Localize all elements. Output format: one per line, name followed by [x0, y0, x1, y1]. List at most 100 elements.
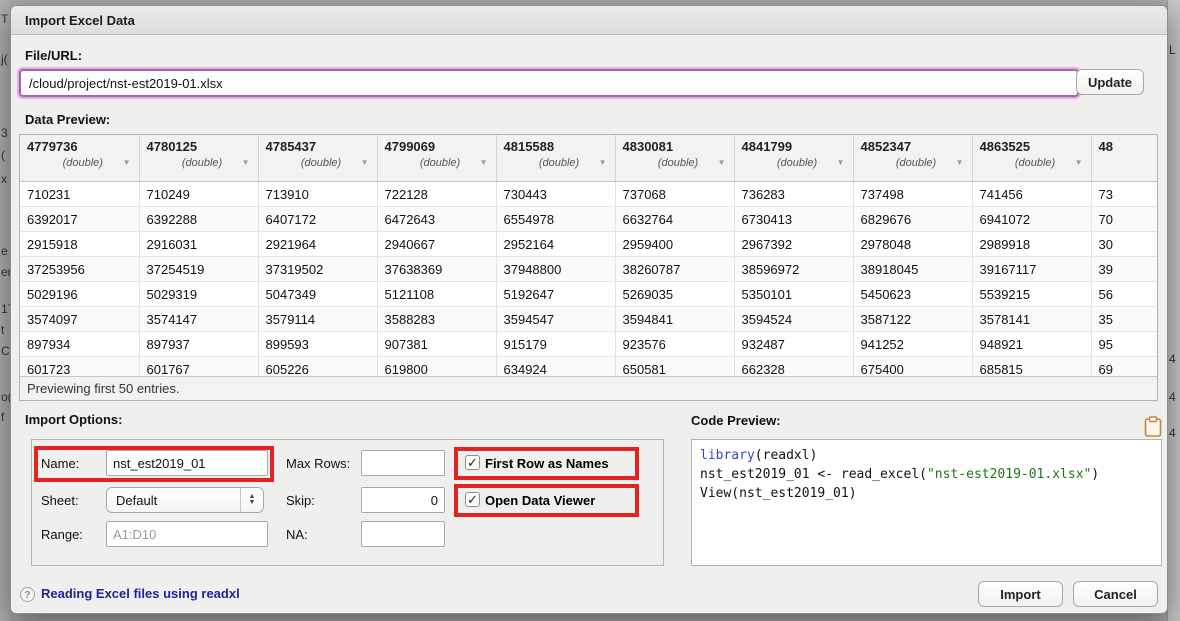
column-header[interactable]: 4815588(double)▼: [496, 135, 615, 182]
dialog-titlebar[interactable]: Import Excel Data: [11, 6, 1167, 35]
na-label: NA:: [286, 527, 308, 542]
column-menu-caret-icon[interactable]: ▼: [123, 158, 131, 167]
table-cell: 37948800: [496, 257, 615, 282]
table-cell: 5192647: [496, 282, 615, 307]
background-fragment: C: [1, 344, 10, 358]
table-cell: 6730413: [734, 207, 853, 232]
table-cell: 95: [1091, 332, 1158, 357]
readxl-help-link[interactable]: Reading Excel files using readxl: [41, 586, 240, 601]
column-header[interactable]: 4779736(double)▼: [20, 135, 139, 182]
max-rows-label: Max Rows:: [286, 456, 350, 471]
range-label: Range:: [41, 527, 83, 542]
column-header[interactable]: 4863525(double)▼: [972, 135, 1091, 182]
help-icon[interactable]: ?: [20, 587, 35, 602]
column-header[interactable]: 4841799(double)▼: [734, 135, 853, 182]
sheet-select[interactable]: Default ▲▼: [106, 487, 264, 513]
table-row: 3725395637254519373195023763836937948800…: [20, 257, 1158, 282]
code-line: library(readxl): [700, 446, 1153, 465]
open-data-viewer-checkbox[interactable]: ✓: [465, 492, 480, 507]
column-menu-caret-icon[interactable]: ▼: [1075, 158, 1083, 167]
background-fragment: T: [1, 12, 8, 26]
code-line: View(nst_est2019_01): [700, 484, 1153, 503]
code-preview-box[interactable]: library(readxl)nst_est2019_01 <- read_ex…: [691, 439, 1162, 566]
background-fragment: 4: [1169, 352, 1176, 366]
table-cell: 737068: [615, 182, 734, 207]
max-rows-input[interactable]: [361, 450, 445, 476]
table-cell: 3579114: [258, 307, 377, 332]
column-menu-caret-icon[interactable]: ▼: [480, 158, 488, 167]
data-preview-table-container[interactable]: 4779736(double)▼4780125(double)▼4785437(…: [19, 134, 1158, 401]
background-fragment: (: [1, 148, 5, 162]
background-fragment: er: [1, 265, 10, 279]
column-header[interactable]: 4785437(double)▼: [258, 135, 377, 182]
table-cell: 741456: [972, 182, 1091, 207]
table-cell: 710249: [139, 182, 258, 207]
column-menu-caret-icon[interactable]: ▼: [956, 158, 964, 167]
table-cell: 2940667: [377, 232, 496, 257]
table-cell: 2967392: [734, 232, 853, 257]
skip-label: Skip:: [286, 493, 315, 508]
table-cell: 710231: [20, 182, 139, 207]
column-menu-caret-icon[interactable]: ▼: [599, 158, 607, 167]
copy-to-clipboard-icon[interactable]: [1144, 416, 1162, 437]
cancel-button[interactable]: Cancel: [1073, 581, 1158, 607]
table-cell: 6392288: [139, 207, 258, 232]
code-line: nst_est2019_01 <- read_excel("nst-est201…: [700, 465, 1153, 484]
table-cell: 2915918: [20, 232, 139, 257]
table-cell: 6554978: [496, 207, 615, 232]
column-menu-caret-icon[interactable]: ▼: [837, 158, 845, 167]
range-input[interactable]: [106, 521, 268, 547]
column-menu-caret-icon[interactable]: ▼: [242, 158, 250, 167]
column-header[interactable]: 4830081(double)▼: [615, 135, 734, 182]
column-header[interactable]: 4799069(double)▼: [377, 135, 496, 182]
table-cell: 2959400: [615, 232, 734, 257]
background-fragment: o(: [1, 390, 10, 404]
table-row: 7102317102497139107221287304437370687362…: [20, 182, 1158, 207]
column-header[interactable]: 4852347(double)▼: [853, 135, 972, 182]
background-fragment: 4: [1169, 390, 1176, 404]
import-button[interactable]: Import: [978, 581, 1063, 607]
table-row: 8979348979378995939073819151799235769324…: [20, 332, 1158, 357]
name-label: Name:: [41, 456, 79, 471]
sheet-select-value: Default: [116, 493, 157, 508]
file-url-input[interactable]: [19, 69, 1079, 97]
column-menu-caret-icon[interactable]: ▼: [361, 158, 369, 167]
skip-input[interactable]: [361, 487, 445, 513]
table-cell: 38918045: [853, 257, 972, 282]
stepper-icon: ▲▼: [240, 488, 263, 512]
background-fragment: 3: [1, 126, 8, 140]
table-cell: 6407172: [258, 207, 377, 232]
table-cell: 730443: [496, 182, 615, 207]
background-fragment: f: [1, 410, 4, 424]
first-row-as-names-checkbox[interactable]: ✓: [465, 455, 480, 470]
column-header[interactable]: 48: [1091, 135, 1158, 182]
update-button[interactable]: Update: [1076, 69, 1144, 95]
table-cell: 897937: [139, 332, 258, 357]
na-input[interactable]: [361, 521, 445, 547]
open-data-viewer-label: Open Data Viewer: [485, 493, 595, 508]
data-preview-label: Data Preview:: [25, 112, 110, 127]
column-menu-caret-icon[interactable]: ▼: [718, 158, 726, 167]
column-header[interactable]: 4780125(double)▼: [139, 135, 258, 182]
table-cell: 6472643: [377, 207, 496, 232]
background-fragment: 17: [1, 302, 10, 316]
code-preview-label: Code Preview:: [691, 413, 781, 428]
table-cell: 56: [1091, 282, 1158, 307]
table-row: 6392017639228864071726472643655497866327…: [20, 207, 1158, 232]
table-cell: 5269035: [615, 282, 734, 307]
table-cell: 5047349: [258, 282, 377, 307]
name-input[interactable]: [106, 450, 268, 476]
table-cell: 897934: [20, 332, 139, 357]
table-cell: 6829676: [853, 207, 972, 232]
table-cell: 3574097: [20, 307, 139, 332]
table-cell: 899593: [258, 332, 377, 357]
table-cell: 2921964: [258, 232, 377, 257]
table-cell: 39: [1091, 257, 1158, 282]
background-window-right: L444: [1167, 0, 1180, 621]
background-fragment: x: [1, 172, 7, 186]
table-cell: 5121108: [377, 282, 496, 307]
table-cell: 3574147: [139, 307, 258, 332]
table-cell: 948921: [972, 332, 1091, 357]
background-fragment: t: [1, 323, 4, 337]
preview-footer-text: Previewing first 50 entries.: [20, 376, 1157, 400]
